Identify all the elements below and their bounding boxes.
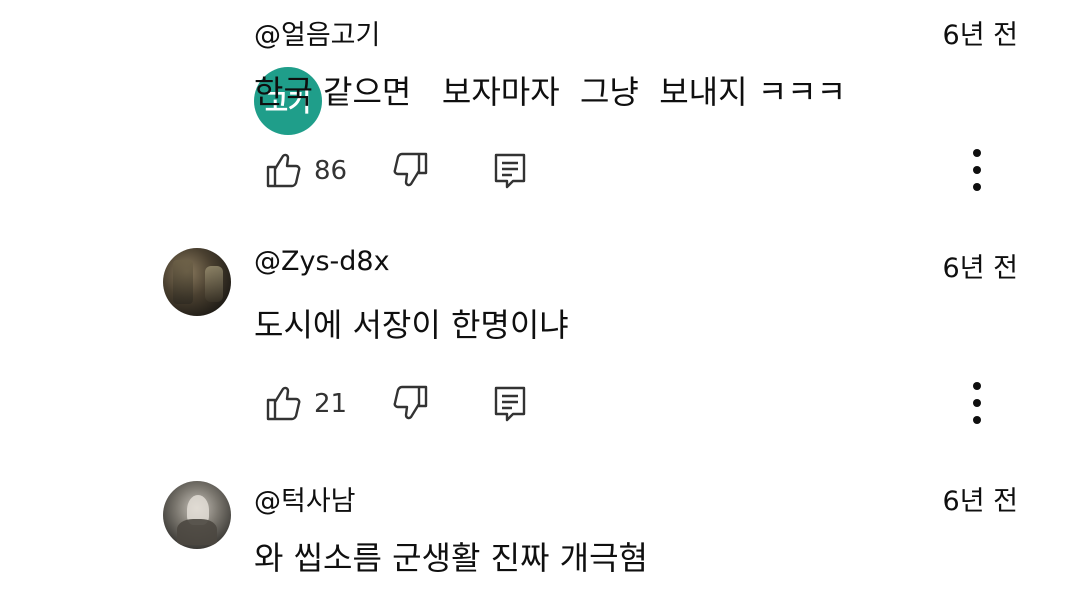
comment-actions: 21	[254, 382, 1034, 433]
comment-author[interactable]: @얼음고기	[254, 13, 380, 52]
comment-time: 6년 전	[942, 253, 1018, 284]
avatar[interactable]	[163, 481, 231, 549]
dislike-icon[interactable]	[390, 150, 430, 190]
comment-time: 6년 전	[942, 486, 1018, 517]
like-count: 86	[314, 156, 348, 186]
more-options-icon[interactable]	[962, 144, 992, 196]
comment-text: 한국 같으면 보자마자 그냥 보내지 ㅋㅋㅋ	[254, 73, 847, 111]
like-icon[interactable]	[264, 150, 304, 190]
comment-text: 와 씹소름 군생활 진짜 개극혐	[254, 539, 648, 577]
reply-icon[interactable]	[490, 383, 530, 423]
like-count: 21	[314, 389, 348, 419]
comment-author[interactable]: @턱사남	[254, 479, 356, 518]
dislike-icon[interactable]	[390, 383, 430, 423]
comment-item: 고기 @얼음고기 6년 전 한국 같으면 보자마자 그냥 보내지 ㅋㅋㅋ 86	[0, 0, 1080, 230]
comment-actions: 86	[254, 149, 1034, 200]
comment-time: 6년 전	[942, 20, 1018, 51]
comment-item: @Zys-d8x 6년 전 도시에 서장이 한명이냐 21	[0, 233, 1080, 463]
avatar[interactable]	[163, 248, 231, 316]
more-options-icon[interactable]	[962, 377, 992, 429]
comment-author[interactable]: @Zys-d8x	[254, 246, 390, 277]
comment-item: @턱사남 6년 전 와 씹소름 군생활 진짜 개극혐	[0, 466, 1080, 598]
comment-text: 도시에 서장이 한명이냐	[254, 306, 569, 344]
reply-icon[interactable]	[490, 150, 530, 190]
like-icon[interactable]	[264, 383, 304, 423]
